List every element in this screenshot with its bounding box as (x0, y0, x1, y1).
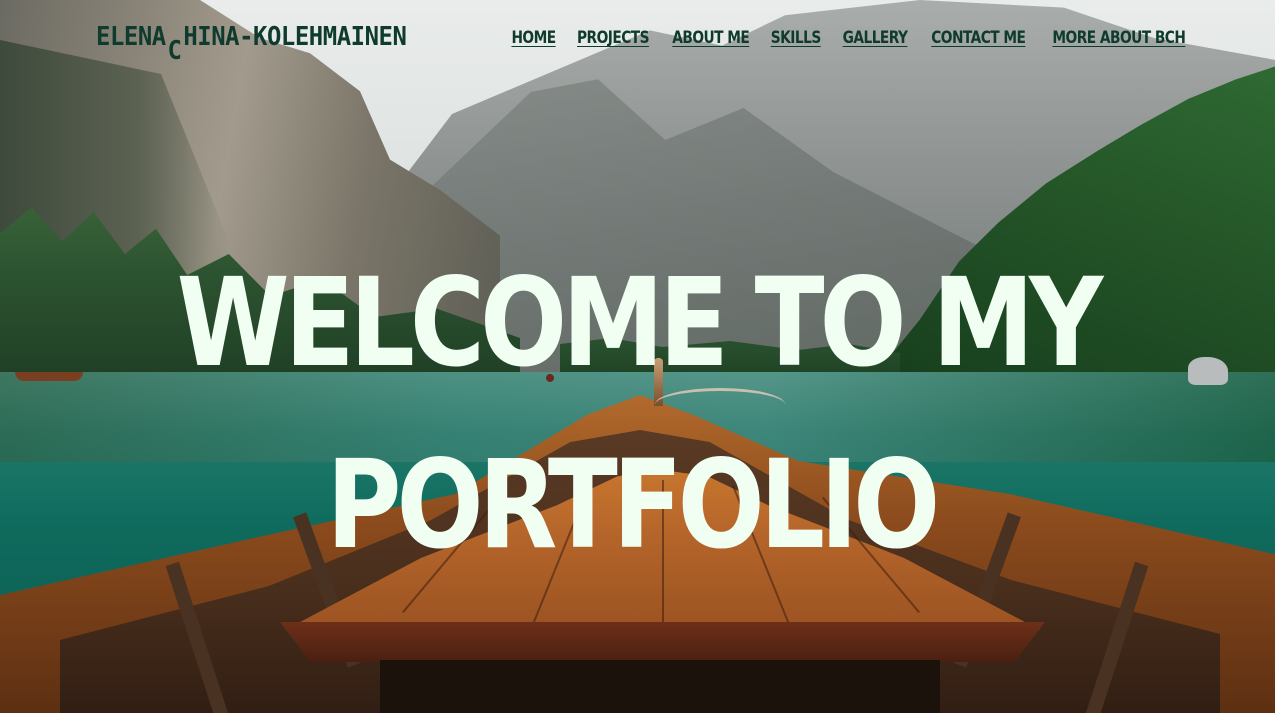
logo-first-name: ELENA (96, 22, 166, 52)
deck-edge (280, 622, 1045, 662)
hero-line-1: WELCOME TO MY (176, 252, 1104, 394)
site-logo[interactable]: ELENACHINA-KOLEHMAINEN (96, 22, 407, 66)
hero-line-2: PORTFOLIO (326, 434, 940, 576)
boat-floor (380, 660, 940, 713)
nav-home[interactable]: HOME (511, 28, 556, 48)
nav-more-about-bch[interactable]: MORE ABOUT BCH (1053, 28, 1186, 48)
nav-projects[interactable]: PROJECTS (577, 28, 650, 48)
main-nav: HOME PROJECTS ABOUT ME SKILLS GALLERY CO… (509, 28, 1194, 48)
logo-initial: C (167, 36, 182, 66)
nav-contact-me[interactable]: CONTACT ME (931, 28, 1026, 48)
hero-heading: WELCOME TO MY PORTFOLIO (0, 232, 1275, 596)
logo-last-name: HINA-KOLEHMAINEN (183, 22, 407, 52)
nav-gallery[interactable]: GALLERY (842, 28, 907, 48)
nav-skills[interactable]: SKILLS (771, 28, 821, 48)
nav-about-me[interactable]: ABOUT ME (672, 28, 750, 48)
